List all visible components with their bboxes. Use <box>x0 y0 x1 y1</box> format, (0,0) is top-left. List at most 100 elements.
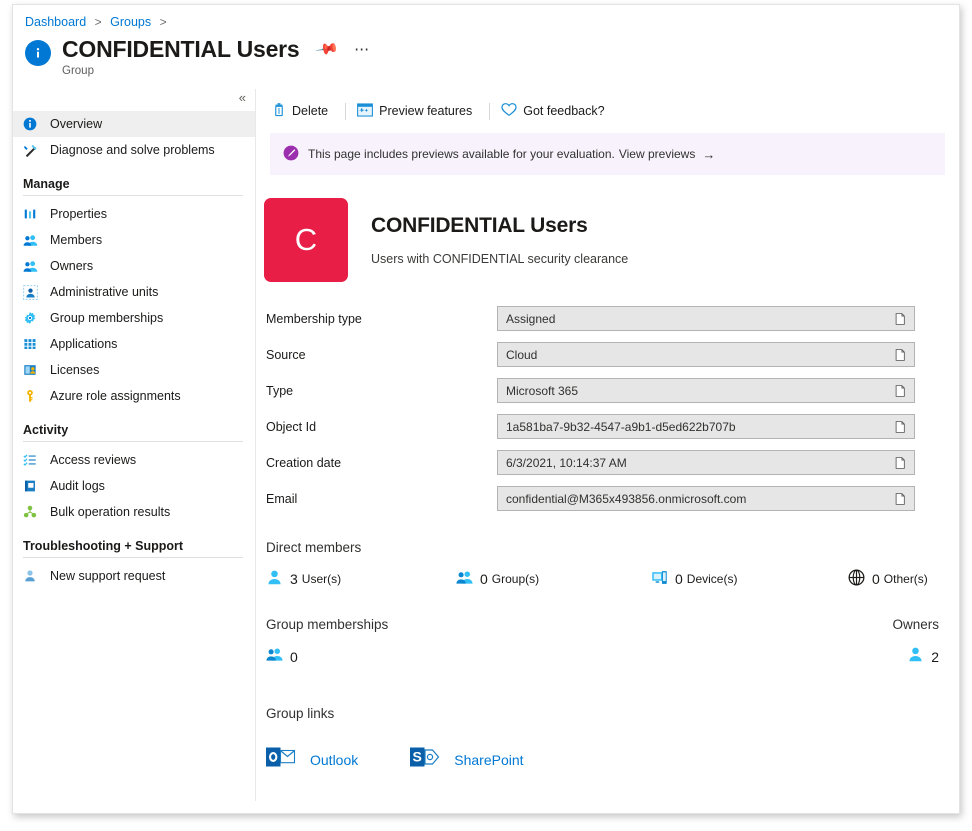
sidebar-item-diagnose-and-solve-problems[interactable]: Diagnose and solve problems <box>13 137 255 163</box>
property-value-object-id[interactable]: 1a581ba7-9b32-4547-a9b1-d5ed622b707b <box>497 414 915 439</box>
sidebar-collapse-row: « <box>13 89 255 111</box>
property-value-type[interactable]: Microsoft 365 <box>497 378 915 403</box>
sidebar-item-members[interactable]: Members <box>13 227 255 253</box>
arrow-right-icon[interactable]: → <box>702 147 715 162</box>
megaphone-icon <box>283 145 299 164</box>
sidebar-item-group-memberships[interactable]: Group memberships <box>13 305 255 331</box>
stat-unit: Group(s) <box>491 572 540 586</box>
stat-devices[interactable]: 0 Device(s) <box>651 569 848 589</box>
pin-icon[interactable]: 📌 <box>315 36 341 62</box>
property-value-text: Assigned <box>506 311 556 326</box>
ellipsis-icon[interactable]: ⋯ <box>354 40 370 58</box>
sidebar-item-label: Bulk operation results <box>50 505 171 519</box>
preview-banner: This page includes previews available fo… <box>270 133 945 175</box>
owners-count: 2 <box>931 649 939 665</box>
group-memberships-icon <box>23 311 47 325</box>
stat-users[interactable]: 3 User(s) <box>266 569 456 589</box>
sidebar-item-label: Licenses <box>50 363 100 377</box>
sidebar-item-administrative-units[interactable]: Administrative units <box>13 279 255 305</box>
group-avatar: C <box>264 198 348 282</box>
stat-others[interactable]: 0 Other(s) <box>848 569 928 589</box>
property-label: Creation date <box>266 455 342 470</box>
sidebar-item-access-reviews[interactable]: Access reviews <box>13 447 255 473</box>
device-icon <box>651 569 668 589</box>
property-row-membership-type: Membership type Assigned <box>266 304 959 333</box>
sidebar-item-label: Overview <box>50 117 103 131</box>
stat-unit: Other(s) <box>883 572 928 586</box>
property-row-source: Source Cloud <box>266 340 959 369</box>
sidebar: « Overview Diagnose and solve problems M… <box>13 89 256 801</box>
copy-icon[interactable] <box>895 348 907 361</box>
sidebar-item-audit-logs[interactable]: Audit logs <box>13 473 255 499</box>
property-value-membership-type[interactable]: Assigned <box>497 306 915 331</box>
sidebar-item-applications[interactable]: Applications <box>13 331 255 357</box>
breadcrumb-item-groups[interactable]: Groups <box>110 15 151 29</box>
memberships-owners-row: Group memberships 0 Owners 2 <box>256 617 959 668</box>
licenses-icon <box>23 363 47 377</box>
copy-icon[interactable] <box>895 492 907 505</box>
stat-count: 0 <box>872 571 880 587</box>
sidebar-item-label: New support request <box>50 569 166 583</box>
breadcrumb-item-dashboard[interactable]: Dashboard <box>25 15 86 29</box>
page-header: CONFIDENTIAL Users 📌 ⋯ Group <box>13 33 959 89</box>
sidebar-item-bulk-operation-results[interactable]: Bulk operation results <box>13 499 255 525</box>
globe-icon <box>848 569 865 589</box>
stat-groups[interactable]: 0 Group(s) <box>456 569 651 589</box>
property-row-type: Type Microsoft 365 <box>266 376 959 405</box>
command-toolbar: Delete Preview features Got feedback? <box>256 95 959 127</box>
divider <box>23 441 243 442</box>
delete-button[interactable]: Delete <box>270 99 336 123</box>
got-feedback-button[interactable]: Got feedback? <box>499 99 612 123</box>
property-value-text: 6/3/2021, 10:14:37 AM <box>506 455 627 470</box>
sidebar-item-licenses[interactable]: Licenses <box>13 357 255 383</box>
preview-features-label: Preview features <box>379 104 473 118</box>
preview-features-icon <box>357 102 374 120</box>
group-links-section: Group links <box>256 706 959 721</box>
copy-icon[interactable] <box>895 384 907 397</box>
group-memberships-value[interactable]: 0 <box>266 646 388 668</box>
stat-count: 0 <box>675 571 683 587</box>
collapse-sidebar-button[interactable]: « <box>239 89 246 107</box>
property-label: Membership type <box>266 311 362 326</box>
audit-logs-icon <box>23 479 47 493</box>
view-previews-link[interactable]: View previews <box>619 147 695 161</box>
sidebar-item-new-support-request[interactable]: New support request <box>13 563 255 589</box>
breadcrumb-separator-2: > <box>159 15 167 29</box>
property-value-email[interactable]: confidential@M365x493856.onmicrosoft.com <box>497 486 915 511</box>
copy-icon[interactable] <box>895 312 907 325</box>
sharepoint-icon: S <box>410 743 440 776</box>
sidebar-item-overview[interactable]: Overview <box>13 111 255 137</box>
page-body: « Overview Diagnose and solve problems M… <box>13 89 959 801</box>
sidebar-section-troubleshooting-support: Troubleshooting + Support <box>23 539 184 553</box>
property-value-source[interactable]: Cloud <box>497 342 915 367</box>
title-actions: 📌 ⋯ <box>315 37 370 62</box>
breadcrumb-separator: > <box>94 15 102 29</box>
owners-icon <box>23 259 47 274</box>
copy-icon[interactable] <box>895 456 907 469</box>
property-label: Email <box>266 491 298 506</box>
sidebar-item-label: Access reviews <box>50 453 137 467</box>
sidebar-item-label: Owners <box>50 259 94 273</box>
trash-icon <box>272 102 286 120</box>
sidebar-section-manage: Manage <box>23 177 70 191</box>
group-icon <box>266 646 283 668</box>
sidebar-item-properties[interactable]: Properties <box>13 201 255 227</box>
sidebar-item-owners[interactable]: Owners <box>13 253 255 279</box>
group-links-row: Outlook S SharePoint <box>256 743 959 776</box>
copy-icon[interactable] <box>895 420 907 433</box>
preview-features-button[interactable]: Preview features <box>355 99 480 123</box>
property-value-text: Cloud <box>506 347 538 362</box>
owners-value[interactable]: 2 <box>892 646 939 668</box>
group-link-sharepoint[interactable]: S SharePoint <box>410 743 524 776</box>
property-value-text: 1a581ba7-9b32-4547-a9b1-d5ed622b707b <box>506 419 736 434</box>
properties-icon <box>23 207 47 221</box>
property-value-creation-date[interactable]: 6/3/2021, 10:14:37 AM <box>497 450 915 475</box>
content-area: Delete Preview features Got feedback? Th… <box>256 89 959 801</box>
group-memberships-title: Group memberships <box>266 617 389 632</box>
group-link-outlook[interactable]: Outlook <box>266 743 358 776</box>
sidebar-item-azure-role-assignments[interactable]: Azure role assignments <box>13 383 255 409</box>
key-icon <box>23 389 47 403</box>
stat-unit: Device(s) <box>686 572 738 586</box>
sidebar-section-activity: Activity <box>23 423 69 437</box>
access-reviews-icon <box>23 453 47 467</box>
